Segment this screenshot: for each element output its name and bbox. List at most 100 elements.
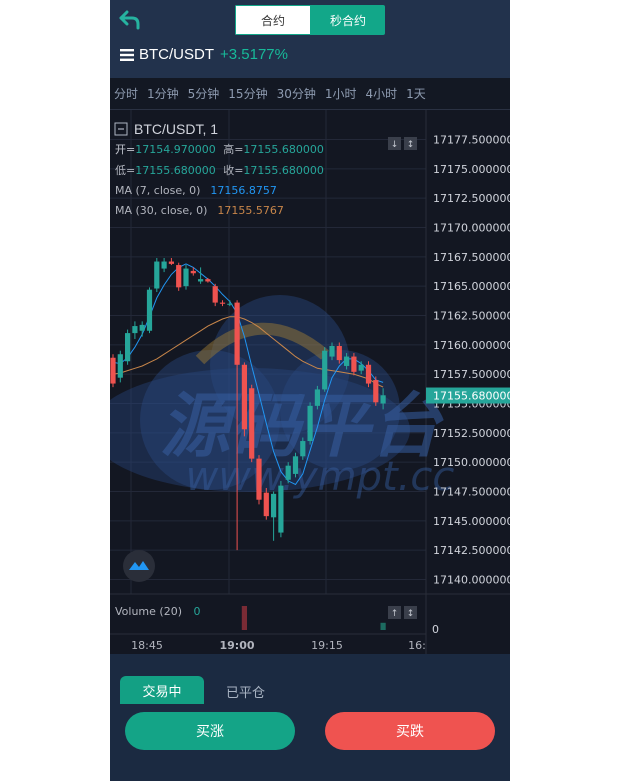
candle — [241, 364, 247, 430]
candle — [263, 492, 269, 517]
pair-info[interactable]: BTC/USDT +3.5177% — [120, 46, 288, 63]
interval-0[interactable]: 分时 — [114, 85, 138, 102]
candle — [125, 333, 131, 362]
time-tick: 16: — [408, 639, 426, 652]
price-tick: 17165.000000 — [433, 280, 510, 293]
candle — [212, 286, 218, 303]
price-change: +3.5177% — [220, 46, 288, 63]
candle — [365, 364, 372, 384]
interval-bar: 分时 1分钟 5分钟 15分钟 30分钟 1小时 4小时 1天 — [110, 78, 510, 110]
candle — [146, 289, 153, 331]
candle — [314, 389, 320, 406]
time-tick: 19:15 — [311, 639, 343, 652]
tab-second-contract[interactable]: 秒合约 — [311, 5, 385, 35]
candle — [190, 270, 196, 274]
candle — [307, 405, 313, 442]
contract-toggle: 合约 秒合约 — [235, 5, 385, 35]
price-tick: 17142.500000 — [433, 544, 510, 557]
candle — [358, 364, 364, 371]
bottom-panel: 交易中 已平仓 买涨 买跌 — [110, 654, 510, 781]
price-tick: 17157.500000 — [433, 368, 510, 381]
chart-title: BTC/USDT, 1 — [134, 121, 218, 137]
tab-contract[interactable]: 合约 — [235, 5, 311, 35]
price-tick: 17170.000000 — [433, 222, 510, 235]
interval-5[interactable]: 1小时 — [325, 85, 357, 102]
interval-4[interactable]: 30分钟 — [277, 85, 316, 102]
mobile-screen: 合约 秒合约 BTC/USDT +3.5177% 分时 1分钟 5分钟 15分钟 30分… — [110, 0, 510, 781]
candle — [322, 350, 328, 390]
legend-row: 低=17155.680000 收=17155.680000 — [115, 163, 324, 177]
price-tick: 17147.500000 — [433, 486, 510, 499]
back-arrow-icon[interactable] — [118, 8, 142, 32]
pair-name: BTC/USDT — [139, 46, 214, 63]
price-tick: 17140.000000 — [433, 574, 510, 587]
interval-3[interactable]: 15分钟 — [228, 85, 267, 102]
candle — [285, 465, 291, 480]
candle — [161, 261, 167, 269]
candle — [219, 302, 226, 304]
candle — [373, 380, 379, 403]
volume-axis-tick: 0 — [432, 623, 439, 636]
candle — [110, 357, 116, 384]
candle — [271, 493, 277, 518]
price-tick: 17162.500000 — [433, 310, 510, 323]
price-tick: 17177.500000 — [433, 134, 510, 147]
price-tick: 17175.000000 — [433, 163, 510, 176]
tradingview-logo-icon[interactable] — [123, 550, 155, 582]
candle — [176, 265, 182, 288]
price-tick: 17150.000000 — [433, 456, 510, 469]
candle — [139, 324, 145, 331]
candle — [132, 326, 138, 334]
volume-scale-fit-icon: ↕ — [407, 609, 415, 619]
time-tick: 18:45 — [131, 639, 163, 652]
candle — [278, 485, 284, 533]
tab-trading[interactable]: 交易中 — [120, 676, 204, 704]
watermark-url: www.ympt.cc — [186, 454, 455, 500]
volume-value: 0 — [194, 605, 201, 618]
candle — [256, 458, 262, 500]
time-tick: 19:00 — [219, 639, 254, 652]
candle — [183, 268, 189, 287]
volume-scale-up-icon: ↑ — [391, 609, 399, 619]
candle — [168, 261, 174, 264]
header: 合约 秒合约 BTC/USDT +3.5177% — [110, 0, 510, 78]
candle — [329, 346, 335, 357]
price-tick: 17160.000000 — [433, 339, 510, 352]
interval-6[interactable]: 4小时 — [366, 85, 398, 102]
scale-fit-icon: ↕ — [407, 140, 415, 150]
candle — [344, 356, 350, 366]
scale-down-icon: ↓ — [391, 140, 399, 150]
price-tick: 17145.000000 — [433, 515, 510, 528]
tab-closed[interactable]: 已平仓 — [226, 682, 265, 701]
candle — [380, 395, 386, 404]
interval-2[interactable]: 5分钟 — [188, 85, 220, 102]
legend-row: MA (30, close, 0) 17155.5767 — [115, 204, 284, 217]
volume-bar — [241, 606, 247, 630]
candle — [205, 279, 211, 282]
candle — [117, 354, 123, 378]
candlestick-chart[interactable]: 源码平台 www.ympt.cc 17177.50000017175.00000… — [110, 110, 510, 654]
buy-up-button[interactable]: 买涨 — [125, 712, 295, 750]
legend-row: MA (7, close, 0) 17156.8757 — [115, 184, 277, 197]
buy-down-button[interactable]: 买跌 — [325, 712, 495, 750]
price-tick: 17152.500000 — [433, 427, 510, 440]
candle — [336, 346, 342, 361]
candle — [292, 456, 299, 474]
candle — [198, 279, 204, 282]
price-tick: 17167.500000 — [433, 251, 510, 264]
interval-7[interactable]: 1天 — [406, 85, 426, 102]
price-tick: 17172.500000 — [433, 192, 510, 205]
candle — [227, 303, 233, 305]
volume-bar — [380, 622, 386, 630]
volume-label: Volume (20) — [115, 605, 182, 618]
candle — [249, 388, 255, 459]
chart-area: 源码平台 www.ympt.cc 17177.500000 17175.00000… — [110, 110, 510, 654]
current-price-label: 17155.680000 — [433, 390, 510, 403]
menu-icon[interactable] — [120, 48, 134, 61]
candle — [154, 261, 160, 289]
candle — [300, 441, 306, 457]
candle — [234, 302, 240, 365]
legend-row: 开=17154.970000 高=17155.680000 — [115, 142, 324, 156]
candle — [351, 356, 357, 372]
interval-1[interactable]: 1分钟 — [147, 85, 179, 102]
